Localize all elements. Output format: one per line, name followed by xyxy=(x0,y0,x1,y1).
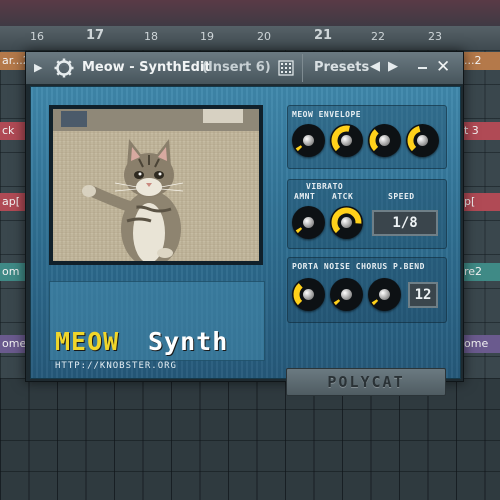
playlist-clip[interactable]: re2 xyxy=(462,263,500,281)
vibrato-title: VIBRATO xyxy=(306,182,344,191)
vibrato-atck-label: ATCK xyxy=(332,192,354,201)
polycat-button[interactable]: POLYCAT xyxy=(286,368,446,396)
playlist-clip[interactable]: ap[ xyxy=(0,193,26,211)
vibrato-section: VIBRATO AMNT ATCK SPEED 1/8 xyxy=(287,179,447,249)
playlist-clip[interactable]: om xyxy=(0,263,26,281)
knob-cap xyxy=(379,135,390,146)
ruler-bar-17: 17 xyxy=(86,28,105,43)
knob-cap xyxy=(341,289,352,300)
ruler-bar-19: 19 xyxy=(200,30,214,43)
envelope-knob-1[interactable] xyxy=(292,124,325,157)
plugin-subtitle: (Insert 6) xyxy=(202,60,271,75)
playlist-clip[interactable]: ome xyxy=(462,335,500,353)
ruler-bar-22: 22 xyxy=(371,30,385,43)
gear-icon[interactable] xyxy=(54,58,74,78)
meow-envelope-title: MEOW ENVELOPE xyxy=(292,110,362,119)
cat-photo xyxy=(53,109,259,261)
browser-grid-icon[interactable] xyxy=(278,60,294,76)
vibrato-amount-knob[interactable] xyxy=(292,206,325,239)
chorus-knob[interactable] xyxy=(368,278,401,311)
plugin-titlebar[interactable]: ▶ Meow - SynthEdit (Insert 6) Presets ◀ … xyxy=(26,52,463,84)
daw-top-strip xyxy=(0,0,500,26)
playlist-clip[interactable]: p[ xyxy=(462,193,500,211)
logo-synth-text: Synth xyxy=(148,327,229,356)
logo-meow-text: MEOW xyxy=(55,327,120,356)
plugin-title: Meow - SynthEdit xyxy=(82,60,211,75)
playlist-lower-area[interactable] xyxy=(0,378,500,500)
logo-url[interactable]: HTTP://KNOBSTER.ORG xyxy=(55,361,177,371)
knob-cap xyxy=(341,135,352,146)
cat-photo-frame xyxy=(49,105,263,265)
synth-panel: MEOW Synth HTTP://KNOBSTER.ORG MEOW ENVE… xyxy=(30,86,461,396)
titlebar-divider xyxy=(302,54,303,82)
noise-knob[interactable] xyxy=(330,278,363,311)
minimize-icon[interactable] xyxy=(418,67,427,69)
menu-arrow-icon[interactable]: ▶ xyxy=(34,61,42,74)
plugin-window: ▶ Meow - SynthEdit (Insert 6) Presets ◀ … xyxy=(25,51,464,396)
ruler-bar-21: 21 xyxy=(314,28,333,43)
vibrato-amnt-label: AMNT xyxy=(294,192,316,201)
knob-cap xyxy=(341,217,352,228)
porta-section-labels: PORTA NOISE CHORUS P.BEND xyxy=(292,262,425,271)
playlist-clip[interactable]: ck xyxy=(0,122,26,140)
envelope-knob-4[interactable] xyxy=(406,124,439,157)
knob-cap xyxy=(303,217,314,228)
chevron-left-icon[interactable]: ◀ xyxy=(370,59,380,74)
ruler-bar-23: 23 xyxy=(428,30,442,43)
meow-envelope-section: MEOW ENVELOPE xyxy=(287,105,447,169)
vibrato-speed-display[interactable]: 1/8 xyxy=(372,210,438,236)
playlist-clip[interactable]: t 3 xyxy=(462,122,500,140)
envelope-knob-2[interactable] xyxy=(330,124,363,157)
presets-button[interactable]: Presets xyxy=(314,60,369,75)
ruler-bar-20: 20 xyxy=(257,30,271,43)
knob-cap xyxy=(379,289,390,300)
playlist-clip[interactable]: ome xyxy=(0,335,26,353)
playlist-clip[interactable]: ...2 xyxy=(462,52,500,70)
chevron-right-icon[interactable]: ▶ xyxy=(388,59,398,74)
knob-cap xyxy=(303,135,314,146)
ruler-bar-18: 18 xyxy=(144,30,158,43)
pitch-bend-display[interactable]: 12 xyxy=(408,282,438,308)
vibrato-attack-knob[interactable] xyxy=(330,206,363,239)
porta-noise-chorus-section: PORTA NOISE CHORUS P.BEND 12 xyxy=(287,257,447,323)
knob-cap xyxy=(417,135,428,146)
porta-knob[interactable] xyxy=(292,278,325,311)
envelope-knob-3[interactable] xyxy=(368,124,401,157)
close-icon[interactable]: ✕ xyxy=(436,57,450,77)
vibrato-speed-label: SPEED xyxy=(388,192,415,201)
playlist-clip[interactable]: ar...2 xyxy=(0,52,26,70)
ruler-bar-16: 16 xyxy=(30,30,44,43)
timeline-ruler[interactable] xyxy=(0,26,500,51)
knob-cap xyxy=(303,289,314,300)
